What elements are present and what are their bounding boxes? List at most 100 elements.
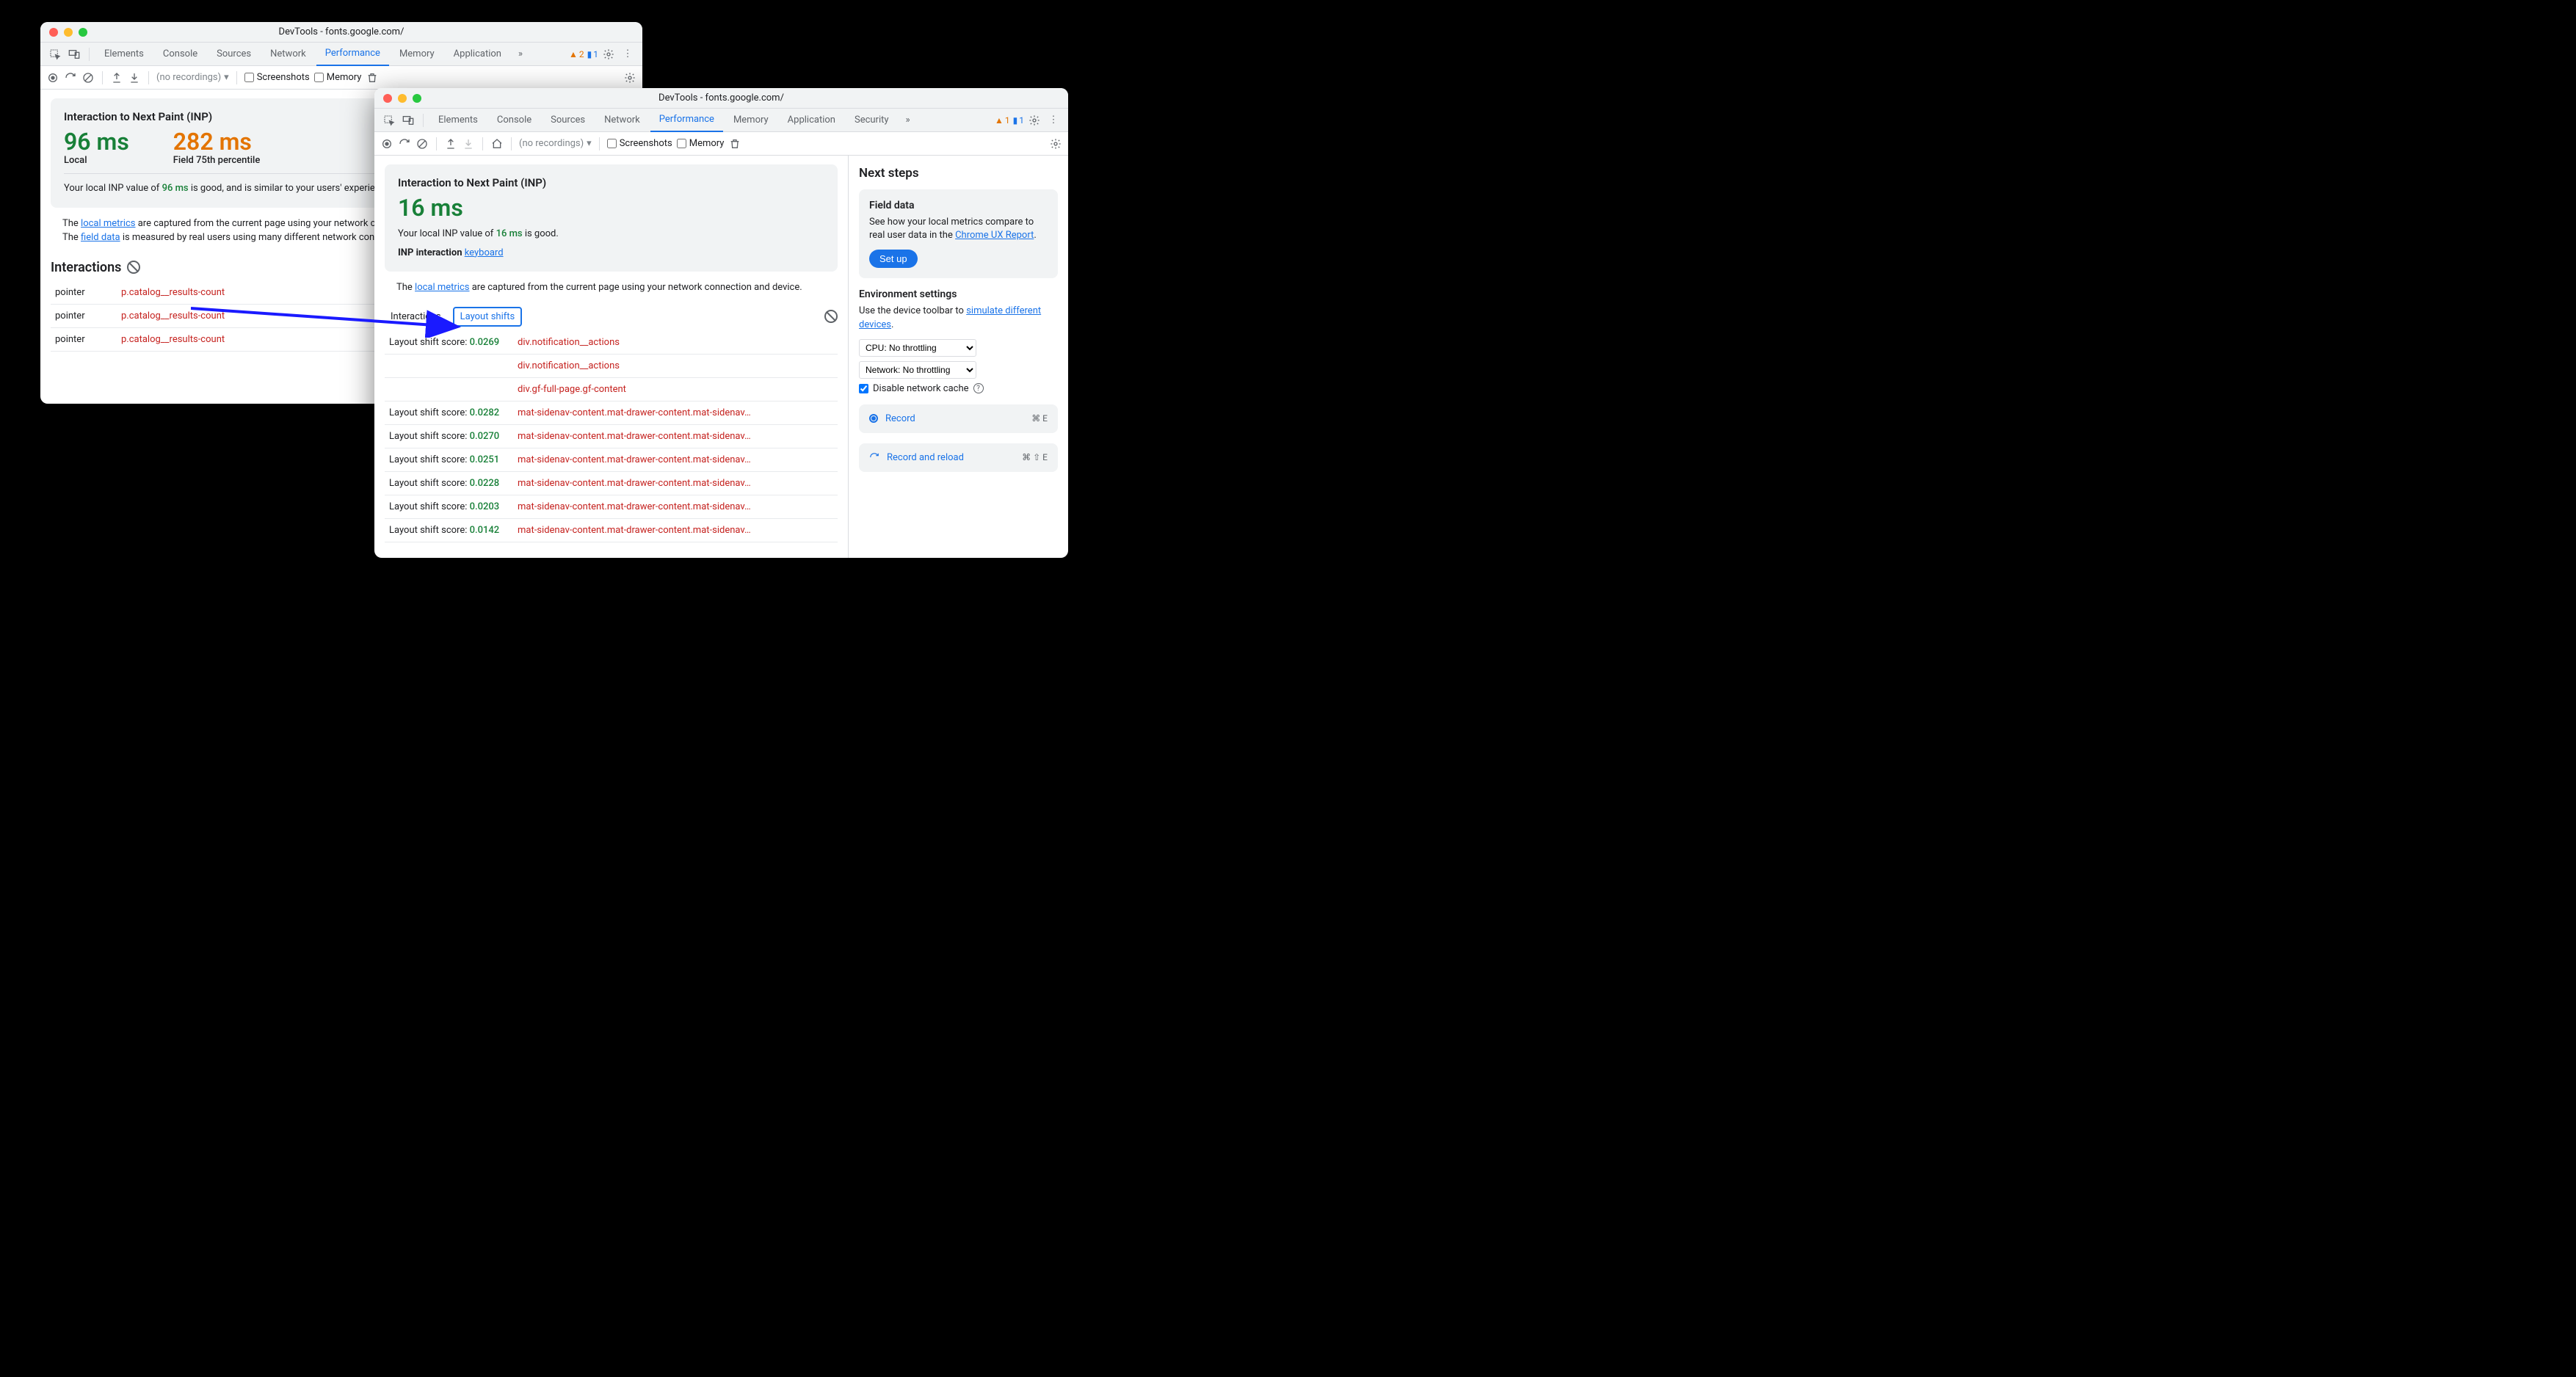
gear-icon[interactable] <box>1028 115 1040 126</box>
device-icon[interactable] <box>402 115 414 126</box>
field-data-link[interactable]: field data <box>81 232 120 243</box>
warnings-badge[interactable]: ▲ 2 <box>569 49 584 59</box>
more-tabs-icon[interactable]: » <box>902 115 914 126</box>
crux-report-link[interactable]: Chrome UX Report <box>955 230 1034 241</box>
tab-elements[interactable]: Elements <box>429 109 487 132</box>
settings-gear-icon[interactable] <box>1049 137 1062 150</box>
record-icon[interactable] <box>380 137 393 150</box>
tab-memory[interactable]: Memory <box>391 43 443 66</box>
tab-performance[interactable]: Performance <box>316 43 389 66</box>
local-metrics-link[interactable]: local metrics <box>415 282 469 293</box>
inp-interaction-link[interactable]: keyboard <box>465 247 504 258</box>
record-dot-icon <box>869 414 878 423</box>
inp-interaction-line: INP interaction keyboard <box>398 246 824 261</box>
upload-icon[interactable] <box>110 71 123 84</box>
disable-cache-row: Disable network cache ? <box>859 383 1058 394</box>
inp-field-value: 282 ms <box>173 129 261 155</box>
kebab-icon[interactable]: ⋮ <box>622 48 634 60</box>
reload-icon[interactable] <box>64 71 77 84</box>
performance-toolbar: (no recordings) ▾ Screenshots Memory <box>374 132 1068 156</box>
trash-icon[interactable] <box>728 137 741 150</box>
table-row[interactable]: Layout shift score: 0.0142mat-sidenav-co… <box>385 518 838 542</box>
clear-interactions-icon[interactable] <box>127 261 140 274</box>
tab-sources[interactable]: Sources <box>208 43 260 66</box>
reload-icon[interactable] <box>398 137 411 150</box>
memory-checkbox[interactable]: Memory <box>314 72 362 83</box>
help-icon[interactable]: ? <box>973 383 984 393</box>
clear-list-icon[interactable] <box>824 310 838 323</box>
home-icon[interactable] <box>490 137 504 150</box>
environment-settings: Environment settings Use the device tool… <box>859 288 1058 393</box>
info-badge[interactable]: ▮ 1 <box>1013 115 1024 126</box>
trash-icon[interactable] <box>366 71 379 84</box>
maximize-icon[interactable] <box>413 94 421 103</box>
clear-icon[interactable] <box>416 137 429 150</box>
upload-icon[interactable] <box>444 137 457 150</box>
record-action[interactable]: Record ⌘ E <box>859 404 1058 433</box>
table-row[interactable]: Layout shift score: 0.0282mat-sidenav-co… <box>385 401 838 424</box>
local-metrics-link[interactable]: local metrics <box>81 218 135 229</box>
tab-security[interactable]: Security <box>846 109 898 132</box>
table-row[interactable]: Layout shift score: 0.0228mat-sidenav-co… <box>385 471 838 495</box>
cpu-throttling-select[interactable]: CPU: No throttling <box>859 339 976 357</box>
table-row[interactable]: Layout shift score: 0.0251mat-sidenav-co… <box>385 448 838 471</box>
tab-application[interactable]: Application <box>445 43 510 66</box>
screenshots-checkbox[interactable]: Screenshots <box>607 138 672 149</box>
gear-icon[interactable] <box>603 48 614 60</box>
table-row[interactable]: Layout shift score: 0.0269div.notificati… <box>385 331 838 355</box>
devtools-tabs: Elements Console Sources Network Perform… <box>374 109 1068 132</box>
recordings-dropdown[interactable]: (no recordings) ▾ <box>519 138 592 149</box>
next-steps-heading: Next steps <box>859 166 1058 181</box>
tab-performance[interactable]: Performance <box>650 109 723 132</box>
table-row[interactable]: Layout shift score: 0.0270mat-sidenav-co… <box>385 424 838 448</box>
tab-console[interactable]: Console <box>154 43 206 66</box>
env-desc: Use the device toolbar to simulate diffe… <box>859 305 1058 331</box>
table-row[interactable]: div.gf-full-page.gf-content <box>385 377 838 401</box>
metrics-note: The local metrics are captured from the … <box>385 279 838 302</box>
close-icon[interactable] <box>383 94 392 103</box>
inspect-icon[interactable] <box>383 115 395 126</box>
minimize-icon[interactable] <box>64 28 73 37</box>
subtabs: Interactions Layout shifts <box>385 302 838 331</box>
tab-network[interactable]: Network <box>261 43 315 66</box>
side-panel: Next steps Field data See how your local… <box>848 156 1068 558</box>
inp-card: Interaction to Next Paint (INP) 16 ms Yo… <box>385 164 838 272</box>
network-throttling-select[interactable]: Network: No throttling <box>859 361 976 379</box>
more-tabs-icon[interactable]: » <box>515 48 526 60</box>
settings-gear-icon[interactable] <box>623 71 636 84</box>
table-row[interactable]: Layout shift score: 0.0203mat-sidenav-co… <box>385 495 838 518</box>
recordings-dropdown[interactable]: (no recordings) ▾ <box>156 72 229 83</box>
warnings-badge[interactable]: ▲ 1 <box>995 115 1010 126</box>
tab-sources[interactable]: Sources <box>542 109 594 132</box>
subtab-interactions[interactable]: Interactions <box>385 308 447 325</box>
minimize-icon[interactable] <box>398 94 407 103</box>
memory-checkbox[interactable]: Memory <box>677 138 725 149</box>
download-icon <box>462 137 475 150</box>
table-row[interactable]: div.notification__actions <box>385 354 838 377</box>
inspect-icon[interactable] <box>49 48 61 60</box>
window-title: DevTools - fonts.google.com/ <box>374 92 1068 103</box>
device-icon[interactable] <box>68 48 80 60</box>
download-icon[interactable] <box>128 71 141 84</box>
record-icon[interactable] <box>46 71 59 84</box>
inp-local-value: 16 ms <box>398 195 824 221</box>
tab-elements[interactable]: Elements <box>95 43 153 66</box>
tab-network[interactable]: Network <box>595 109 649 132</box>
clear-icon[interactable] <box>81 71 95 84</box>
inp-local-value: 96 ms <box>64 129 129 155</box>
maximize-icon[interactable] <box>79 28 87 37</box>
close-icon[interactable] <box>49 28 58 37</box>
record-reload-action[interactable]: Record and reload ⌘ ⇧ E <box>859 443 1058 472</box>
disable-cache-checkbox[interactable] <box>859 384 868 393</box>
subtab-layout-shifts[interactable]: Layout shifts <box>453 307 523 327</box>
tab-console[interactable]: Console <box>488 109 540 132</box>
tab-application[interactable]: Application <box>779 109 844 132</box>
field-data-desc: See how your local metrics compare to re… <box>869 216 1048 242</box>
tab-memory[interactable]: Memory <box>725 109 777 132</box>
info-badge[interactable]: ▮ 1 <box>587 49 598 59</box>
set-up-button[interactable]: Set up <box>869 250 918 268</box>
main-panel: Interaction to Next Paint (INP) 16 ms Yo… <box>374 156 848 558</box>
inp-title: Interaction to Next Paint (INP) <box>398 176 824 189</box>
screenshots-checkbox[interactable]: Screenshots <box>244 72 310 83</box>
kebab-icon[interactable]: ⋮ <box>1048 115 1059 126</box>
